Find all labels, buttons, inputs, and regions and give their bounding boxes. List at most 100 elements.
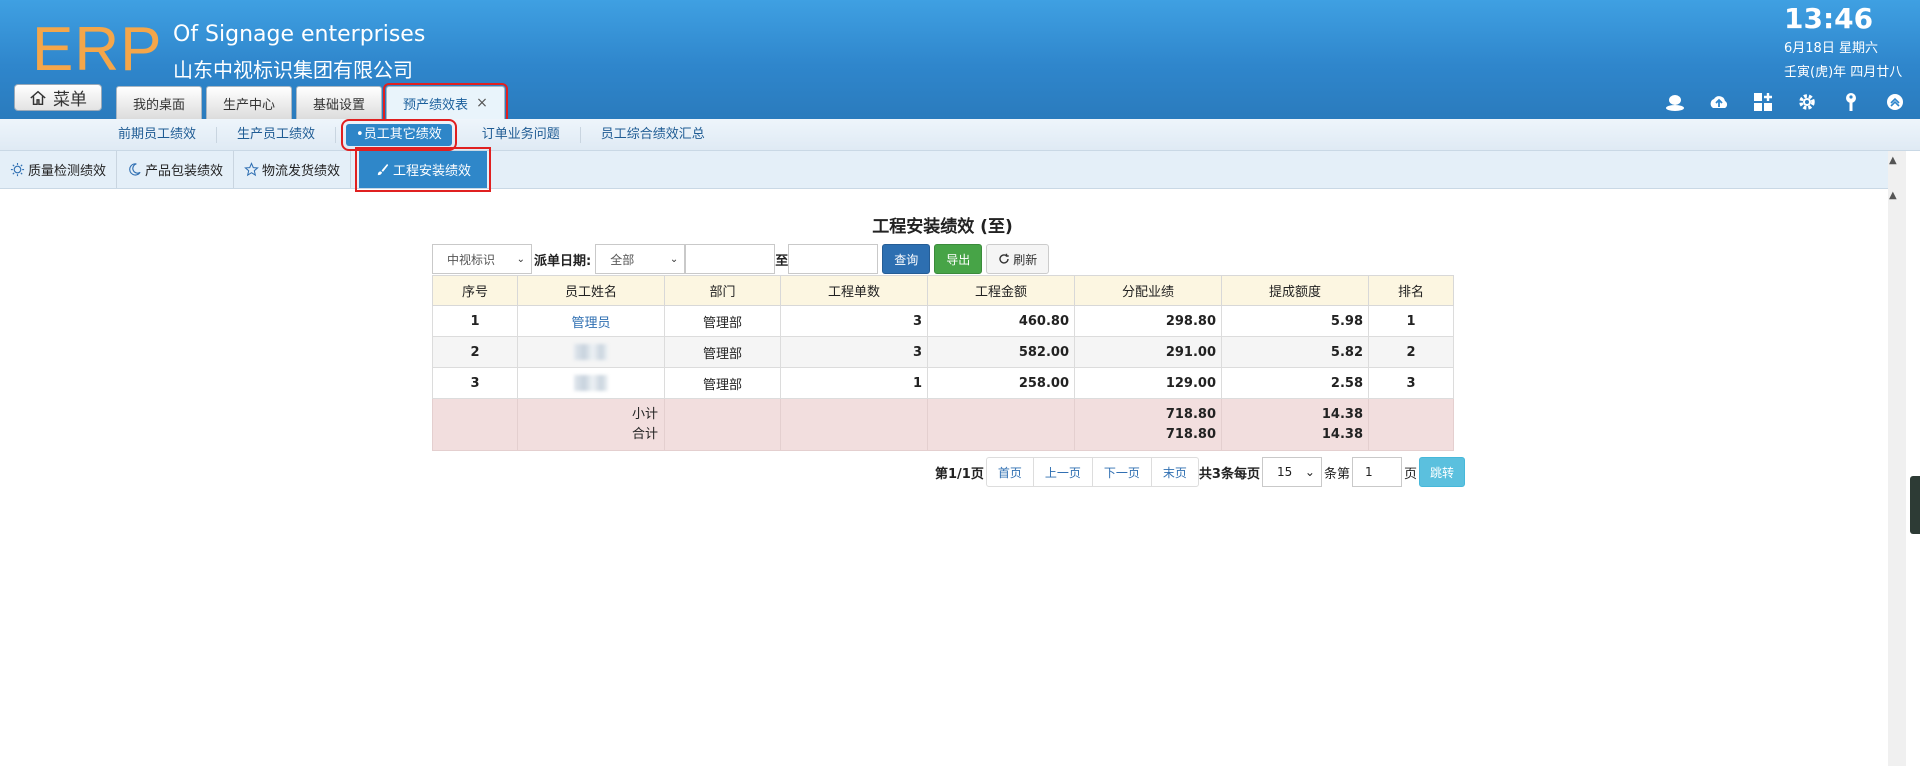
cell-dept: 管理部 (664, 367, 781, 399)
column-header[interactable]: 员工姓名 (517, 275, 665, 306)
cell-rank: 1 (1368, 305, 1454, 337)
redacted-name[interactable] (574, 344, 608, 360)
header-toolbar (1664, 91, 1906, 113)
table-header-row: 序号 员工姓名 部门 工程单数 工程金额 分配业绩 提成额度 排名 (432, 275, 1454, 306)
employee-name-link[interactable]: 管理员 (571, 316, 610, 331)
tab-project-installation[interactable]: 工程安装绩效 (355, 147, 492, 192)
subnav-early-performance[interactable]: 前期员工绩效 (98, 127, 218, 143)
subnav-performance-summary[interactable]: 员工综合绩效汇总 (581, 127, 725, 143)
chevron-up-circle-icon[interactable] (1884, 91, 1906, 113)
subtotal-performance: 718.80 (1165, 406, 1216, 422)
column-header[interactable]: 部门 (664, 275, 781, 306)
prev-page-button[interactable]: 上一页 (1034, 458, 1093, 486)
sun-icon (10, 162, 25, 177)
cell-dept: 管理部 (664, 305, 781, 337)
company-name-cn: 山东中视标识集团有限公司 (173, 58, 413, 82)
date-range-select[interactable]: 全部 ⌄ (595, 244, 686, 274)
tab-my-desktop[interactable]: 我的桌面 (116, 86, 203, 119)
to-label: 至 (775, 253, 789, 269)
page-title: 工程安装绩效 (至) (872, 217, 1013, 237)
column-header[interactable]: 工程金额 (927, 275, 1075, 306)
cell-count: 3 (780, 336, 928, 368)
next-page-button[interactable]: 下一页 (1093, 458, 1152, 486)
column-header[interactable]: 提成额度 (1221, 275, 1369, 306)
end-date-input[interactable] (788, 244, 879, 274)
page-info: 第1/1页 (935, 466, 984, 482)
summary-row: 小计 合计 718.80 718.80 14.38 14.38 (432, 398, 1454, 451)
tab-quality-inspection[interactable]: 质量检测绩效 (0, 151, 118, 188)
company-select[interactable]: 中视标识 ⌄ (432, 244, 532, 274)
clock-time: 13:46 (1784, 2, 1874, 35)
app-header: ERP Of Signage enterprises 山东中视标识集团有限公司 … (0, 0, 1920, 122)
cell-amount: 460.80 (927, 305, 1075, 337)
column-header[interactable]: 排名 (1368, 275, 1454, 306)
goto-page-input[interactable]: 1 (1351, 457, 1402, 487)
subnav-other-performance[interactable]: •员工其它绩效 (341, 119, 457, 151)
tab-basic-settings[interactable]: 基础设置 (296, 86, 383, 119)
company-name-en: Of Signage enterprises (173, 22, 426, 47)
chevron-down-icon: ⌄ (669, 253, 679, 265)
moon-icon (129, 163, 141, 176)
cell-count: 3 (780, 305, 928, 337)
grid-add-icon[interactable] (1752, 91, 1774, 113)
gear-icon[interactable] (1796, 91, 1818, 113)
query-button[interactable]: 查询 (882, 244, 931, 274)
cell-performance: 129.00 (1074, 367, 1222, 399)
clock-date: 6月18日 星期六 (1784, 41, 1878, 56)
brush-icon (377, 163, 389, 176)
subnav-order-issues[interactable]: 订单业务问题 (462, 127, 581, 143)
user-icon[interactable] (1664, 91, 1686, 113)
cell-amount: 258.00 (927, 367, 1075, 399)
vertical-scrollbar[interactable] (1888, 151, 1906, 766)
erp-logo: ERP (32, 15, 163, 84)
category-tab-bar: 质量检测绩效 产品包装绩效 物流发货绩效 工程安装绩效 (0, 147, 1888, 192)
menu-button[interactable]: 菜单 (14, 84, 102, 111)
cell-count: 1 (780, 367, 928, 399)
last-page-button[interactable]: 末页 (1152, 458, 1198, 486)
cell-performance: 298.80 (1074, 305, 1222, 337)
column-header[interactable]: 分配业绩 (1074, 275, 1222, 306)
cell-rank: 3 (1368, 367, 1454, 399)
total-commission: 14.38 (1321, 426, 1363, 442)
page-size-select[interactable]: 15 ⌄ (1261, 457, 1322, 487)
cell-no: 3 (432, 367, 518, 399)
subtotal-commission: 14.38 (1321, 406, 1363, 422)
total-info: 共3条每页 (1198, 466, 1260, 482)
chevron-down-icon: ⌄ (1304, 465, 1315, 479)
redacted-name[interactable] (574, 375, 608, 391)
refresh-button[interactable]: 刷新 (986, 244, 1050, 274)
star-icon (244, 162, 259, 177)
performance-table: 序号 员工姓名 部门 工程单数 工程金额 分配业绩 提成额度 排名 1 管理员 … (432, 275, 1454, 451)
side-panel-handle[interactable] (1910, 476, 1920, 534)
start-date-input[interactable] (685, 244, 776, 274)
column-header[interactable]: 序号 (432, 275, 518, 306)
jump-button[interactable]: 跳转 (1418, 457, 1465, 487)
cell-no: 1 (432, 305, 518, 337)
home-icon (30, 90, 46, 105)
page-nav-group: 首页 上一页 下一页 末页 (985, 457, 1199, 487)
first-page-button[interactable]: 首页 (987, 458, 1034, 486)
sub-navigation: 前期员工绩效 生产员工绩效 •员工其它绩效 订单业务问题 员工综合绩效汇总 (0, 119, 1920, 151)
cell-rank: 2 (1368, 336, 1454, 368)
export-button[interactable]: 导出 (934, 244, 983, 274)
key-icon[interactable] (1840, 91, 1862, 113)
tab-production-center[interactable]: 生产中心 (206, 86, 293, 119)
filter-bar: 中视标识 ⌄ 派单日期: 全部 ⌄ 至 查询 导出 刷新 (432, 244, 1050, 274)
cell-amount: 582.00 (927, 336, 1075, 368)
tab-performance-table[interactable]: 预产绩效表 × (383, 83, 508, 122)
cell-performance: 291.00 (1074, 336, 1222, 368)
close-icon[interactable]: × (476, 95, 488, 111)
cloud-upload-icon[interactable] (1708, 91, 1730, 113)
tab-product-packaging[interactable]: 产品包装绩效 (117, 151, 235, 188)
scroll-up-icon[interactable]: ▲ (1889, 155, 1897, 166)
top-tab-bar: 我的桌面 生产中心 基础设置 预产绩效表 × (116, 83, 508, 122)
refresh-icon (999, 253, 1009, 264)
clock-lunar-date: 壬寅(虎)年 四月廿八 (1784, 65, 1903, 80)
scroll-up-arrow-icon[interactable]: ▲ (1889, 190, 1897, 201)
tab-logistics-delivery[interactable]: 物流发货绩效 (234, 151, 352, 188)
subnav-production-performance[interactable]: 生产员工绩效 (217, 127, 337, 143)
goto-suffix: 页 (1403, 466, 1417, 482)
column-header[interactable]: 工程单数 (780, 275, 928, 306)
total-label: 合计 (631, 426, 658, 442)
table-row: 2 管理部 3 582.00 291.00 5.82 2 (432, 336, 1454, 368)
